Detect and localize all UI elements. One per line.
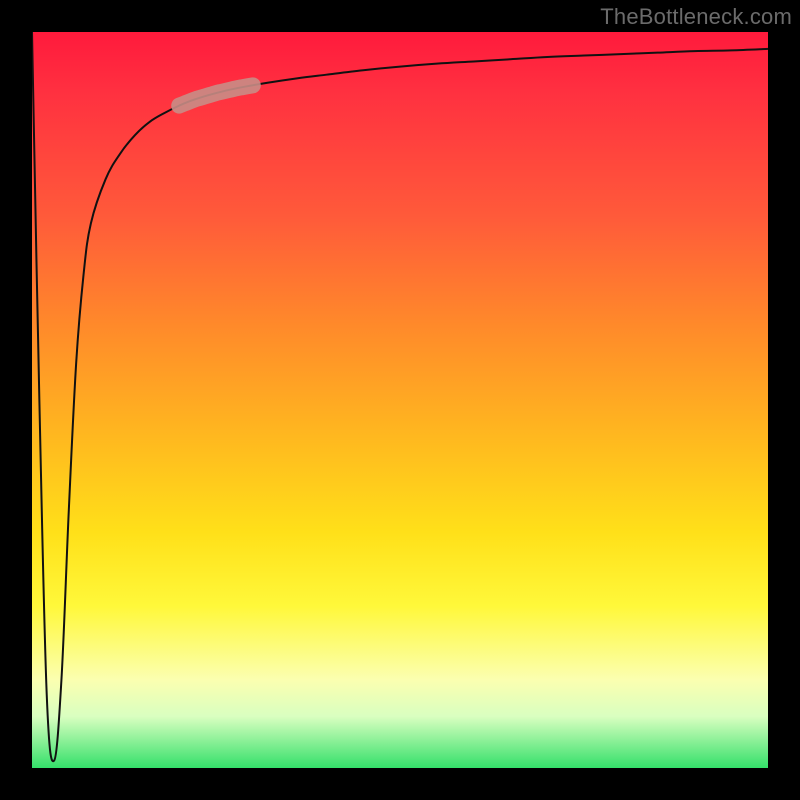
- highlight-capsule: [179, 85, 253, 105]
- main-curve: [32, 32, 768, 761]
- curve-group: [32, 32, 768, 761]
- plot-area: [32, 32, 768, 768]
- watermark-text: TheBottleneck.com: [600, 4, 792, 30]
- chart-svg: [32, 32, 768, 768]
- highlight-group: [179, 85, 253, 105]
- chart-frame: TheBottleneck.com: [0, 0, 800, 800]
